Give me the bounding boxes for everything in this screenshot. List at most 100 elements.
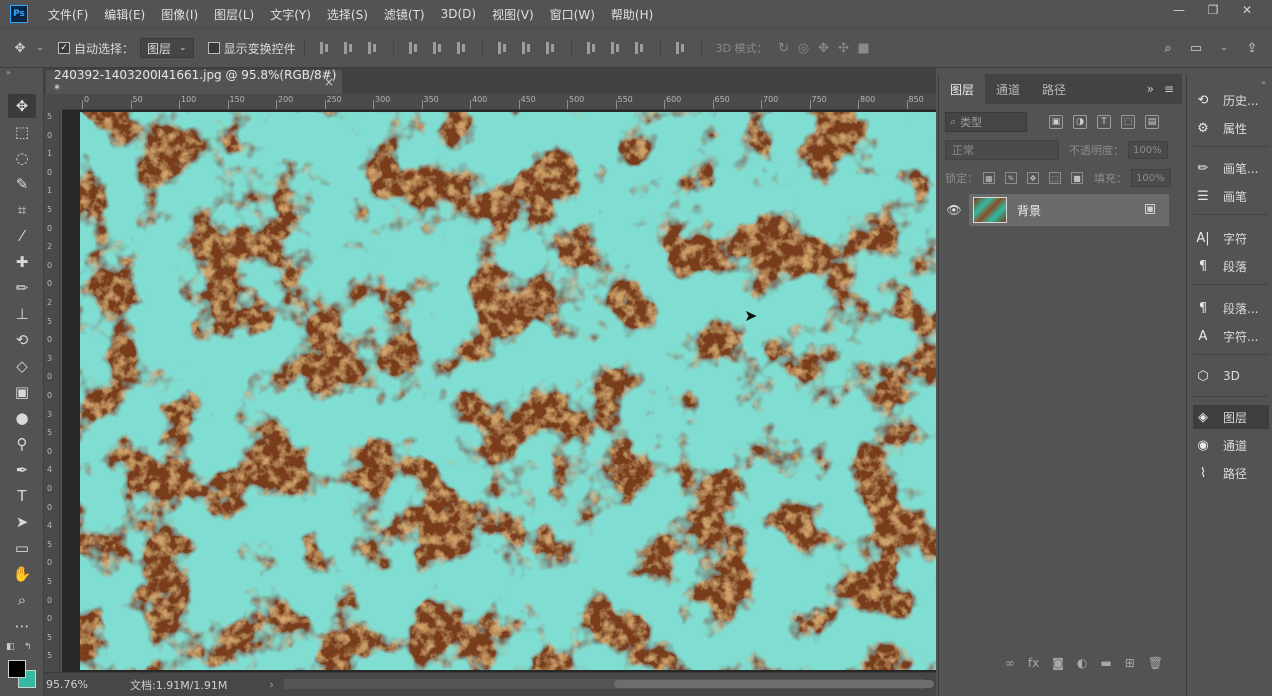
eye-icon[interactable]: 👁 [939,194,969,226]
menu-help[interactable]: 帮助(H) [603,6,661,23]
new-layer-icon[interactable]: ⊞ [1125,656,1135,670]
lock-all-icon[interactable]: ■ [1071,172,1083,184]
distribute-hcenter-icon[interactable] [609,41,623,55]
default-colors-icon[interactable]: ◧ [6,642,15,652]
more-tools-icon[interactable]: ⋯ [8,614,36,638]
search-icon[interactable]: ⌕ [1158,38,1178,58]
menu-file[interactable]: 文件(F) [40,6,96,23]
mask-icon[interactable]: ◙ [1052,656,1064,670]
adjustment-icon[interactable]: ◐ [1077,656,1087,670]
type-tool-icon[interactable]: T [8,484,36,508]
tab-layers[interactable]: 图层 [939,74,986,104]
status-menu-arrow[interactable]: › [269,678,273,691]
close-icon[interactable]: ✕ [1230,0,1264,20]
dock-brushes[interactable]: ☰ 画笔 [1193,184,1269,208]
scrollbar-thumb[interactable] [614,680,934,688]
filter-type-icon[interactable]: T [1097,115,1111,129]
close-icon[interactable]: × [324,75,334,89]
menu-edit[interactable]: 编辑(E) [96,6,153,23]
marquee-tool-icon[interactable]: ⬚ [8,120,36,144]
align-hcenter-icon[interactable] [431,41,445,55]
document-image[interactable] [80,112,936,670]
3d-camera-icon[interactable]: ■ [854,38,874,58]
maximize-icon[interactable]: ❐ [1196,0,1230,20]
history-brush-tool-icon[interactable]: ⟲ [8,328,36,352]
path-selection-tool-icon[interactable]: ➤ [8,510,36,534]
dock-paragraph-styles[interactable]: ¶ 段落... [1193,296,1269,320]
clone-stamp-tool-icon[interactable]: ⊥ [8,302,36,326]
trash-icon[interactable]: 🗑 [1148,656,1163,670]
swap-colors-icon[interactable]: ↰ [24,642,32,652]
dock-layers[interactable]: ◈ 图层 [1193,405,1269,429]
dock-character[interactable]: A| 字符 [1193,226,1269,250]
zoom-tool-icon[interactable]: ⌕ [8,588,36,612]
align-left-icon[interactable] [407,41,421,55]
menu-filter[interactable]: 滤镜(T) [376,6,433,23]
menu-3d[interactable]: 3D(D) [433,7,484,21]
distribute-vcenter-icon[interactable] [520,41,534,55]
lock-transparent-icon[interactable]: ▦ [983,172,995,184]
folder-icon[interactable]: ▬ [1100,656,1111,670]
align-bottom-icon[interactable] [366,41,380,55]
workspace-icon[interactable]: ▭ [1186,38,1206,58]
lock-position-icon[interactable]: ✥ [1027,172,1039,184]
zoom-level[interactable]: 95.76% [44,678,104,691]
fx-icon[interactable]: fx [1028,656,1039,670]
dock-brush-settings[interactable]: ✏ 画笔... [1193,156,1269,180]
auto-select-dropdown[interactable]: 图层 ⌄ [140,38,194,58]
align-top-icon[interactable] [318,41,332,55]
pen-tool-icon[interactable]: ✒ [8,458,36,482]
panel-menu-icon[interactable]: ≡ [1164,82,1174,96]
blend-mode-dropdown[interactable]: 正常 [945,140,1059,160]
tab-paths[interactable]: 路径 [1031,74,1077,104]
quick-select-tool-icon[interactable]: ✎ [8,172,36,196]
opacity-field[interactable]: 100% [1128,141,1168,159]
gradient-tool-icon[interactable]: ▣ [8,380,36,404]
eyedropper-tool-icon[interactable]: ⁄ [8,224,36,248]
share-icon[interactable]: ⇪ [1242,38,1262,58]
distribute-right-icon[interactable] [633,41,647,55]
healing-brush-tool-icon[interactable]: ✚ [8,250,36,274]
show-transform-checkbox[interactable] [207,42,220,54]
fill-field[interactable]: 100% [1131,169,1171,187]
ruler-origin[interactable] [44,94,62,110]
3d-slide-icon[interactable]: ✣ [834,38,854,58]
dock-properties[interactable]: ⚙ 属性 [1193,116,1269,140]
menu-select[interactable]: 选择(S) [319,6,376,23]
lasso-tool-icon[interactable]: ◌ [8,146,36,170]
layer-name[interactable]: 背景 [1017,202,1041,219]
brush-tool-icon[interactable]: ✏ [8,276,36,300]
lock-artboard-icon[interactable]: ⬚ [1049,172,1061,184]
chevron-down-icon[interactable]: ⌄ [30,38,50,58]
foreground-color-swatch[interactable] [8,660,26,678]
menu-image[interactable]: 图像(I) [153,6,206,23]
align-right-icon[interactable] [455,41,469,55]
menu-window[interactable]: 窗口(W) [542,6,603,23]
crop-tool-icon[interactable]: ⌗ [8,198,36,222]
filter-adjustment-icon[interactable]: ◑ [1073,115,1087,129]
filter-shape-icon[interactable]: ⬚ [1121,115,1135,129]
menu-type[interactable]: 文字(Y) [262,6,319,23]
chevron-down-icon[interactable]: ⌄ [1214,38,1234,58]
blur-tool-icon[interactable]: ● [8,406,36,430]
distribute-bottom-icon[interactable] [544,41,558,55]
menu-view[interactable]: 视图(V) [484,6,542,23]
move-tool-icon[interactable]: ✥ [10,38,30,58]
tab-channels[interactable]: 通道 [985,74,1031,104]
minimize-icon[interactable]: — [1162,0,1196,20]
3d-orbit-icon[interactable]: ↻ [774,38,794,58]
distribute-top-icon[interactable] [496,41,510,55]
dock-channels[interactable]: ◉ 通道 [1193,433,1269,457]
dock-paths[interactable]: ⌇ 路径 [1193,461,1269,485]
hand-tool-icon[interactable]: ✋ [8,562,36,586]
layer-filter-search[interactable]: ⌕ 类型 [945,112,1027,132]
eraser-tool-icon[interactable]: ◇ [8,354,36,378]
lock-pixels-icon[interactable]: ✎ [1005,172,1017,184]
dock-paragraph[interactable]: ¶ 段落 [1193,254,1269,278]
collapse-icon[interactable]: « [1261,78,1266,87]
menu-layer[interactable]: 图层(L) [206,6,262,23]
collapse-icon[interactable]: » [6,68,11,77]
dock-character-styles[interactable]: A 字符... [1193,324,1269,348]
dock-3d[interactable]: ⬡ 3D [1193,364,1269,388]
filter-smart-object-icon[interactable]: ▤ [1145,115,1159,129]
